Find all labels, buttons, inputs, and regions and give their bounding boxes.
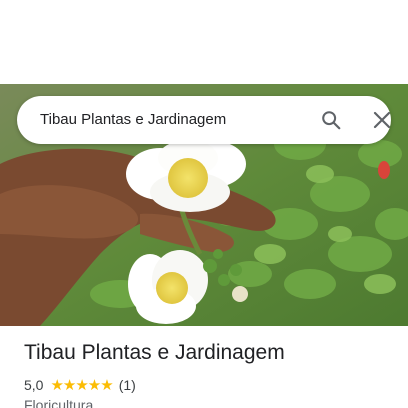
place-title: Tibau Plantas e Jardinagem [24, 341, 285, 364]
search-input[interactable]: Tibau Plantas e Jardinagem [40, 96, 226, 144]
rating-stars: ★★★★★ [50, 377, 113, 394]
rating-row[interactable]: 5,0 ★★★★★ (1) [24, 376, 136, 394]
close-button[interactable] [366, 104, 398, 136]
search-icon [322, 111, 341, 130]
search-bar[interactable]: Tibau Plantas e Jardinagem [17, 96, 391, 144]
place-category[interactable]: Floricultura [24, 397, 93, 408]
top-blank-area [0, 0, 408, 84]
search-button[interactable] [315, 104, 347, 136]
rating-value: 5,0 [24, 377, 44, 393]
place-details: Tibau Plantas e Jardinagem 5,0 ★★★★★ (1)… [0, 326, 408, 408]
review-count[interactable]: (1) [119, 377, 136, 393]
close-icon [373, 111, 391, 129]
